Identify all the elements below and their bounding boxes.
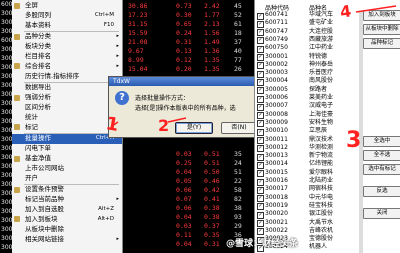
annotation-arrows — [111, 5, 397, 127]
watermark: @雪球：财经头条 — [226, 239, 299, 249]
